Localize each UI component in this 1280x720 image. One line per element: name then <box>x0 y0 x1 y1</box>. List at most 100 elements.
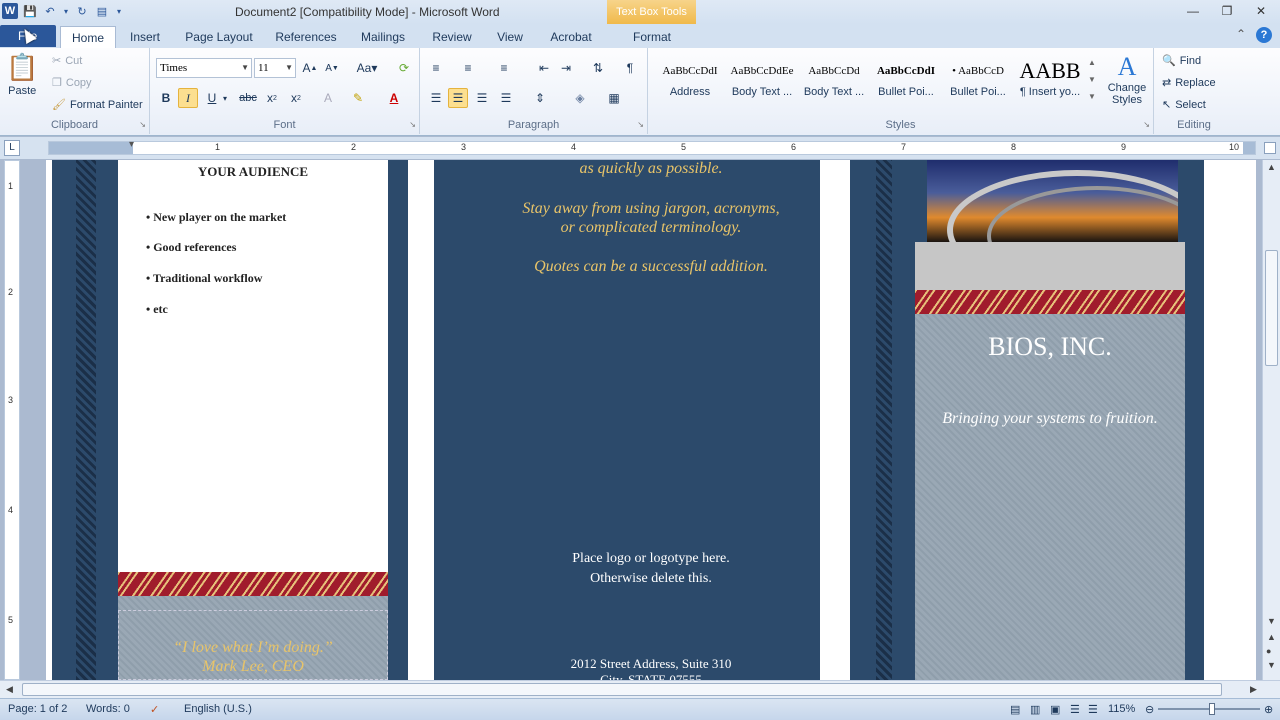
borders-icon[interactable]: ▦ <box>604 88 624 108</box>
list-item[interactable]: • etc <box>146 302 168 317</box>
tab-selector-icon[interactable]: L <box>4 140 20 156</box>
horizontal-ruler[interactable]: 1 2 3 4 5 6 7 8 9 10 ▾ <box>48 139 1256 155</box>
word-logo-icon[interactable]: W <box>2 3 18 19</box>
full-screen-reading-icon[interactable]: ▥ <box>1030 703 1040 716</box>
decrease-indent-icon[interactable]: ⇤ <box>534 58 554 78</box>
minimize-ribbon-icon[interactable]: ⌃ <box>1236 27 1246 43</box>
chevron-down-icon[interactable]: ▼ <box>1088 75 1096 84</box>
style-body-text-2[interactable]: AaBbCcDd Body Text ... <box>798 56 870 110</box>
change-styles-button[interactable]: A Change Styles <box>1102 52 1152 106</box>
view-ruler-icon[interactable] <box>1264 142 1276 154</box>
style-body-text-1[interactable]: AaBbCcDdEe Body Text ... <box>726 56 798 110</box>
redo-icon[interactable]: ↻ <box>74 3 90 19</box>
body-text[interactable]: Quotes can be a successful addition. <box>410 258 892 276</box>
shading-icon[interactable]: ◈ <box>570 88 590 108</box>
style-address[interactable]: AaBbCcDdI Address <box>654 56 726 110</box>
page-count[interactable]: Page: 1 of 2 <box>8 703 67 715</box>
strikethrough-button[interactable]: abc <box>238 88 258 108</box>
tab-review[interactable]: Review <box>427 26 477 48</box>
underline-button[interactable]: U <box>202 88 222 108</box>
address-line[interactable]: City, STATE 07555 <box>410 672 892 680</box>
sort-icon[interactable]: ⇅ <box>588 58 608 78</box>
paste-button[interactable]: 📋 Paste <box>6 52 38 97</box>
horizontal-scroll-thumb[interactable] <box>22 683 1222 696</box>
chevron-up-icon[interactable]: ▲ <box>1088 58 1096 67</box>
line-spacing-icon[interactable]: ⇕ <box>530 88 550 108</box>
align-right-icon[interactable]: ☰ <box>472 88 492 108</box>
vertical-scrollbar[interactable]: ▲ ▼ ▲ ● ▼ <box>1262 160 1280 680</box>
multilevel-list-icon[interactable]: ≡ <box>494 58 514 78</box>
paragraph-launcher-icon[interactable]: ↘ <box>637 120 644 129</box>
justify-icon[interactable]: ☰ <box>496 88 516 108</box>
scroll-left-icon[interactable]: ◀ <box>6 684 13 695</box>
format-painter-button[interactable]: 🖌 Format Painter <box>52 98 143 112</box>
help-icon[interactable]: ? <box>1256 27 1272 43</box>
styles-launcher-icon[interactable]: ↘ <box>1143 120 1150 129</box>
body-text[interactable]: as quickly as possible. <box>410 160 892 178</box>
replace-button[interactable]: ⇄ Replace <box>1162 76 1216 90</box>
list-item[interactable]: • Good references <box>146 240 236 255</box>
style-bullet-point-1[interactable]: AaBbCcDdI Bullet Poi... <box>870 56 942 110</box>
logo-placeholder-text[interactable]: Place logo or logotype here. <box>410 551 892 567</box>
numbering-icon[interactable]: ≡ <box>458 58 478 78</box>
bullets-icon[interactable]: ≡ <box>426 58 446 78</box>
tab-view[interactable]: View <box>492 26 528 48</box>
horizontal-scrollbar[interactable]: ◀ ▶ <box>0 680 1280 698</box>
body-text[interactable]: Stay away from using jargon, acronyms, <box>410 200 892 218</box>
zoom-out-icon[interactable]: ⊖ <box>1145 703 1154 716</box>
zoom-in-icon[interactable]: ⊕ <box>1264 703 1273 716</box>
align-left-icon[interactable]: ☰ <box>426 88 446 108</box>
list-item[interactable]: • New player on the market <box>146 210 286 225</box>
zoom-slider-thumb[interactable] <box>1209 703 1215 715</box>
logo-placeholder-text[interactable]: Otherwise delete this. <box>410 571 892 587</box>
clear-formatting-icon[interactable]: ⟳ <box>394 58 414 78</box>
clipboard-launcher-icon[interactable]: ↘ <box>139 120 146 129</box>
audience-heading[interactable]: YOUR AUDIENCE <box>118 164 388 180</box>
outline-icon[interactable]: ☰ <box>1070 703 1080 716</box>
print-preview-icon[interactable]: ▤ <box>94 3 110 19</box>
tab-format[interactable]: Format <box>624 26 680 48</box>
superscript-button[interactable]: x2 <box>286 88 306 108</box>
scroll-down-icon[interactable]: ▼ <box>1267 616 1276 626</box>
tab-home[interactable]: Home <box>60 26 116 48</box>
word-count[interactable]: Words: 0 <box>86 703 130 715</box>
style-bullet-point-2[interactable]: • AaBbCcD Bullet Poi... <box>942 56 1014 110</box>
pilcrow-icon[interactable]: ¶ <box>620 58 640 78</box>
close-icon[interactable]: ✕ <box>1244 0 1278 22</box>
list-item[interactable]: • Traditional workflow <box>146 271 262 286</box>
print-layout-icon[interactable]: ▤ <box>1010 703 1020 716</box>
cover-photo[interactable] <box>927 160 1178 242</box>
tab-references[interactable]: References <box>272 26 340 48</box>
cover-text-box[interactable] <box>915 314 1185 680</box>
minimize-icon[interactable]: — <box>1176 0 1210 22</box>
restore-icon[interactable]: ❐ <box>1210 0 1244 22</box>
document-area[interactable]: YOUR AUDIENCE • New player on the market… <box>22 160 1262 680</box>
next-page-icon[interactable]: ▼ <box>1267 660 1276 670</box>
company-tagline[interactable]: Bringing your systems to fruition. <box>915 410 1185 428</box>
tab-mailings[interactable]: Mailings <box>355 26 411 48</box>
shrink-font-icon[interactable]: A ▼ <box>322 58 342 78</box>
tab-insert[interactable]: Insert <box>124 26 166 48</box>
subscript-button[interactable]: x2 <box>262 88 282 108</box>
font-size-combo[interactable]: 11 ▼ <box>254 58 296 78</box>
align-center-icon[interactable]: ☰ <box>448 88 468 108</box>
web-layout-icon[interactable]: ▣ <box>1050 703 1060 716</box>
quote-author[interactable]: Mark Lee, CEO <box>118 658 388 676</box>
increase-indent-icon[interactable]: ⇥ <box>556 58 576 78</box>
cut-button[interactable]: ✂ Cut <box>52 54 82 68</box>
vertical-scroll-thumb[interactable] <box>1265 250 1278 366</box>
company-name[interactable]: BIOS, INC. <box>915 332 1185 362</box>
select-button[interactable]: ↖ Select <box>1162 98 1206 112</box>
font-name-combo[interactable]: Times ▼ <box>156 58 252 78</box>
styles-scroll[interactable]: ▲ ▼ ▼ <box>1088 58 1096 101</box>
draft-icon[interactable]: ☰ <box>1088 703 1098 716</box>
bold-button[interactable]: B <box>156 88 176 108</box>
customize-toolbar-icon[interactable]: ▾ <box>114 3 124 19</box>
indent-marker-icon[interactable]: ▾ <box>129 139 134 150</box>
change-case-icon[interactable]: Aa▾ <box>354 58 380 78</box>
undo-dropdown-icon[interactable]: ▾ <box>62 3 70 19</box>
tab-page-layout[interactable]: Page Layout <box>182 26 256 48</box>
font-launcher-icon[interactable]: ↘ <box>409 120 416 129</box>
scroll-right-icon[interactable]: ▶ <box>1250 684 1257 695</box>
italic-button[interactable]: I <box>178 88 198 108</box>
